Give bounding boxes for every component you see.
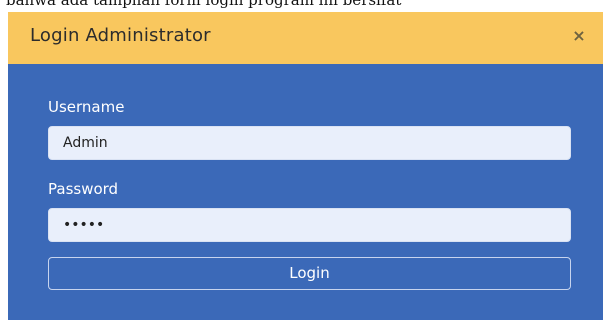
login-button[interactable]: Login xyxy=(48,257,571,290)
password-label: Password xyxy=(48,180,119,198)
username-input[interactable] xyxy=(48,126,571,160)
modal-header: Login Administrator × xyxy=(8,12,603,64)
username-label: Username xyxy=(48,98,125,116)
password-input[interactable] xyxy=(48,208,571,242)
modal-body: Username Password Login xyxy=(8,64,603,320)
close-icon[interactable]: × xyxy=(569,26,589,46)
background-text: bahwa ada tampilan form login program in… xyxy=(6,0,402,9)
modal-title: Login Administrator xyxy=(30,25,211,46)
background-document-text: bahwa ada tampilan form login program in… xyxy=(0,0,603,12)
login-modal: Login Administrator × Username Password … xyxy=(8,12,603,320)
